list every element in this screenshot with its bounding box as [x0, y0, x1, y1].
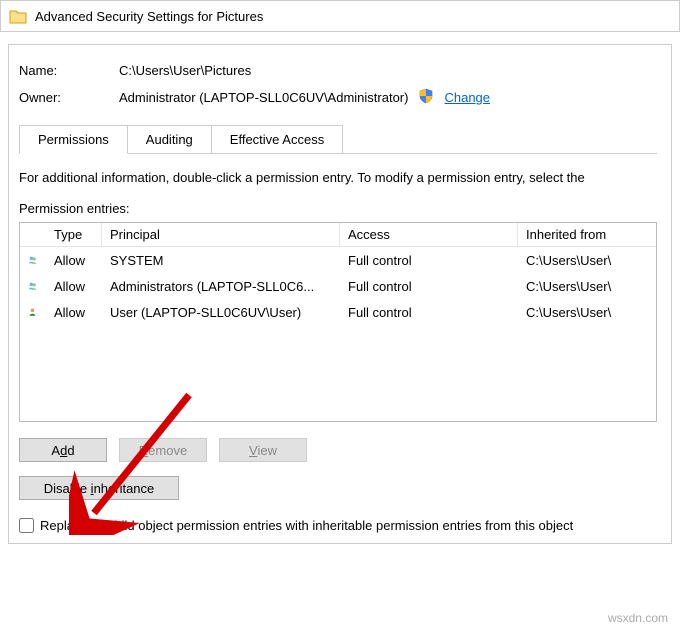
cell-principal: Administrators (LAPTOP-SLL0C6... — [102, 276, 340, 297]
titlebar: Advanced Security Settings for Pictures — [0, 0, 680, 32]
table-header: Type Principal Access Inherited from — [20, 223, 656, 247]
group-icon — [20, 249, 46, 271]
tabstrip: Permissions Auditing Effective Access — [19, 125, 657, 154]
permission-entries-table[interactable]: Type Principal Access Inherited from All… — [19, 222, 657, 422]
cell-access: Full control — [340, 250, 518, 271]
cell-access: Full control — [340, 276, 518, 297]
name-row: Name: C:\Users\User\Pictures — [19, 63, 657, 78]
window-title: Advanced Security Settings for Pictures — [35, 9, 263, 24]
cell-principal: SYSTEM — [102, 250, 340, 271]
tab-effective-access[interactable]: Effective Access — [211, 125, 343, 154]
add-button[interactable]: Add — [19, 438, 107, 462]
cell-type: Allow — [46, 250, 102, 271]
table-row[interactable]: AllowSYSTEMFull controlC:\Users\User\ — [20, 247, 656, 273]
col-principal[interactable]: Principal — [102, 223, 340, 246]
cell-type: Allow — [46, 276, 102, 297]
cell-inherited: C:\Users\User\ — [518, 276, 656, 297]
group-icon — [20, 275, 46, 297]
replace-child-entries-label: Replace all child object permission entr… — [40, 518, 573, 533]
cell-inherited: C:\Users\User\ — [518, 302, 656, 323]
tab-body: For additional information, double-click… — [19, 154, 657, 533]
replace-checkbox-row: Replace all child object permission entr… — [19, 518, 657, 533]
folder-icon — [9, 8, 27, 24]
col-access[interactable]: Access — [340, 223, 518, 246]
change-owner-link[interactable]: Change — [444, 90, 490, 105]
dialog-content: Name: C:\Users\User\Pictures Owner: Admi… — [8, 44, 672, 544]
watermark: wsxdn.com — [608, 611, 668, 625]
owner-label: Owner: — [19, 90, 119, 105]
table-row[interactable]: AllowUser (LAPTOP-SLL0C6UV\User)Full con… — [20, 299, 656, 325]
col-icon[interactable] — [20, 223, 46, 246]
col-inherited[interactable]: Inherited from — [518, 223, 656, 246]
replace-child-entries-checkbox[interactable] — [19, 518, 34, 533]
button-row-1: Add Remove View — [19, 438, 657, 462]
table-row[interactable]: AllowAdministrators (LAPTOP-SLL0C6...Ful… — [20, 273, 656, 299]
remove-button: Remove — [119, 438, 207, 462]
permission-entries-label: Permission entries: — [19, 201, 657, 216]
name-label: Name: — [19, 63, 119, 78]
button-row-2: Disable inheritance — [19, 476, 657, 500]
name-value: C:\Users\User\Pictures — [119, 63, 251, 78]
tab-permissions[interactable]: Permissions — [19, 125, 128, 154]
disable-inheritance-button[interactable]: Disable inheritance — [19, 476, 179, 500]
tab-auditing[interactable]: Auditing — [127, 125, 212, 154]
col-type[interactable]: Type — [46, 223, 102, 246]
shield-icon — [418, 88, 434, 107]
cell-principal: User (LAPTOP-SLL0C6UV\User) — [102, 302, 340, 323]
cell-inherited: C:\Users\User\ — [518, 250, 656, 271]
cell-access: Full control — [340, 302, 518, 323]
user-icon — [20, 301, 46, 323]
owner-value: Administrator (LAPTOP-SLL0C6UV\Administr… — [119, 90, 408, 105]
cell-type: Allow — [46, 302, 102, 323]
view-button: View — [219, 438, 307, 462]
info-text: For additional information, double-click… — [19, 170, 657, 185]
owner-row: Owner: Administrator (LAPTOP-SLL0C6UV\Ad… — [19, 88, 657, 107]
